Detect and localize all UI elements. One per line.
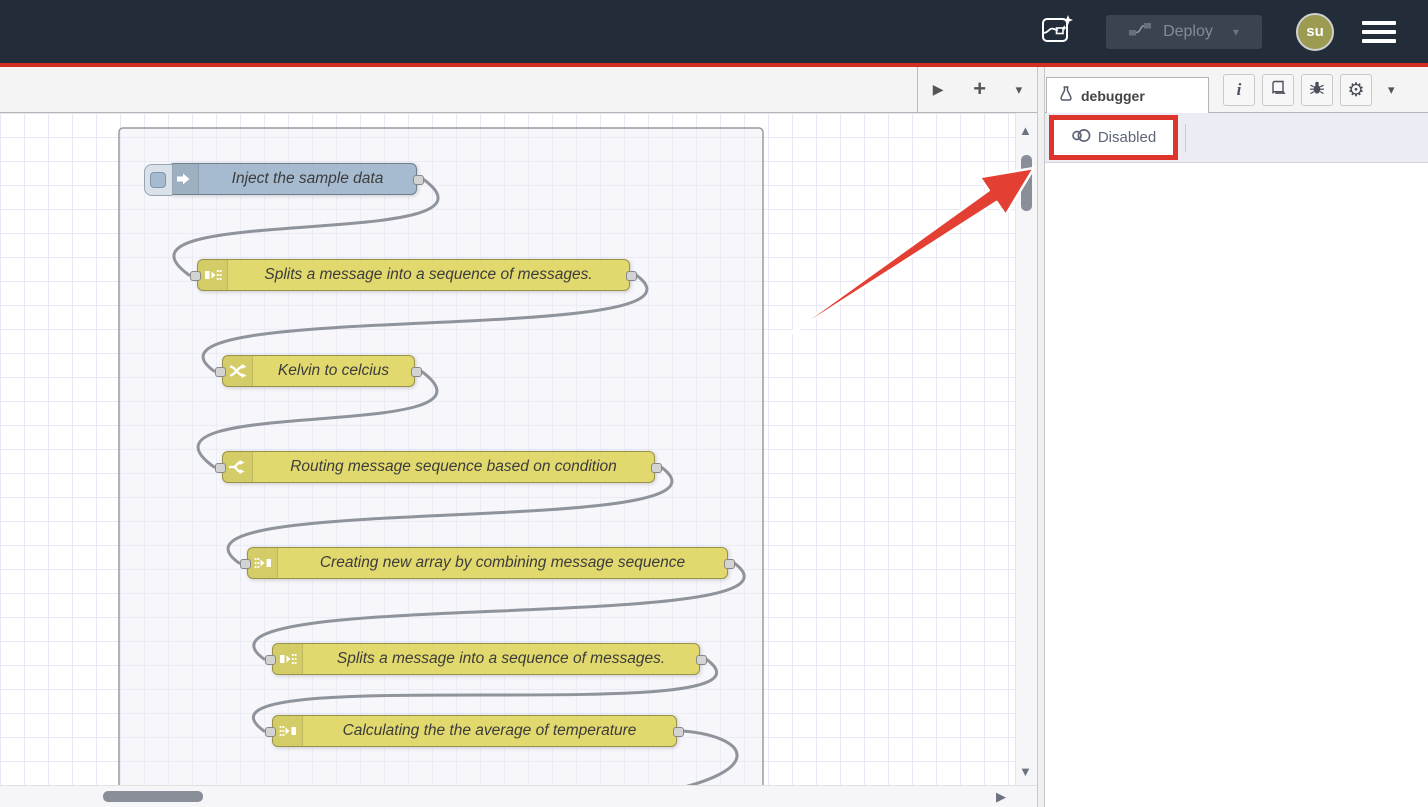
- node-label: Splits a message into a sequence of mess…: [228, 260, 629, 290]
- flow-node-split[interactable]: Splits a message into a sequence of mess…: [197, 259, 630, 291]
- flow-tabs-empty: [0, 67, 917, 112]
- flow-node-inject[interactable]: Inject the sample data: [168, 163, 417, 195]
- output-port[interactable]: [413, 175, 424, 185]
- flow-node-switch[interactable]: Routing message sequence based on condit…: [222, 451, 655, 483]
- output-port[interactable]: [411, 367, 422, 377]
- output-port[interactable]: [651, 463, 662, 473]
- vertical-scroll-thumb[interactable]: [1021, 155, 1032, 211]
- scroll-up-icon[interactable]: ▲: [1019, 123, 1032, 138]
- flow-list-chevron-icon[interactable]: ▾: [1016, 82, 1023, 98]
- deploy-label: Deploy: [1163, 23, 1213, 41]
- deploy-options-chevron-icon[interactable]: ▾: [1233, 25, 1239, 39]
- sidebar-splitter[interactable]: [1037, 67, 1045, 807]
- switch-icon: [223, 452, 253, 482]
- flow-tabs-strip: ▶ + ▾: [0, 67, 1037, 113]
- tab-debugger[interactable]: debugger: [1046, 77, 1209, 113]
- input-port[interactable]: [265, 727, 276, 737]
- main-menu-button[interactable]: [1362, 21, 1396, 43]
- annotation-highlight-box: Disabled: [1049, 115, 1178, 160]
- debug-messages-panel: [1045, 163, 1428, 807]
- gear-icon: ⚙: [1347, 81, 1364, 100]
- output-port[interactable]: [724, 559, 735, 569]
- flow-node-join[interactable]: Creating new array by combining message …: [247, 547, 728, 579]
- deploy-nodes-icon: [1129, 22, 1153, 42]
- input-port[interactable]: [215, 367, 226, 377]
- info-icon: i: [1237, 80, 1242, 100]
- output-port[interactable]: [626, 271, 637, 281]
- toolbar-separator: [1185, 124, 1186, 152]
- input-port[interactable]: [215, 463, 226, 473]
- split-icon: [198, 260, 228, 290]
- main: ▶ + ▾ Inject the sample data Splits a mes…: [0, 67, 1428, 807]
- sidebar: debugger i ⚙: [1045, 67, 1428, 807]
- debug-toolbar: Disabled: [1045, 113, 1428, 163]
- book-icon: [1270, 80, 1286, 101]
- toggle-off-icon: [1071, 128, 1091, 148]
- info-button[interactable]: i: [1223, 74, 1255, 106]
- header: Deploy ▾ su: [0, 0, 1428, 63]
- workspace: ▶ + ▾ Inject the sample data Splits a mes…: [0, 67, 1037, 807]
- horizontal-scrollbar[interactable]: ▶: [0, 785, 1037, 807]
- horizontal-scroll-thumb[interactable]: [103, 791, 203, 802]
- join-icon: [273, 716, 303, 746]
- inject-trigger-button[interactable]: [144, 164, 173, 196]
- disabled-toggle-button[interactable]: Disabled: [1098, 129, 1156, 146]
- node-label: Calculating the the average of temperatu…: [303, 716, 676, 746]
- sidebar-dropdown-chevron-icon[interactable]: ▾: [1388, 82, 1395, 98]
- input-port[interactable]: [240, 559, 251, 569]
- flow-node-join[interactable]: Calculating the the average of temperatu…: [272, 715, 677, 747]
- add-flow-button[interactable]: +: [973, 76, 986, 102]
- output-port[interactable]: [696, 655, 707, 665]
- flow-ai-sparkle-icon: [1041, 13, 1075, 50]
- node-label: Kelvin to celcius: [253, 356, 414, 386]
- flask-icon: [1059, 86, 1073, 106]
- flow-assistant-button[interactable]: [1039, 14, 1077, 50]
- node-label: Inject the sample data: [199, 164, 416, 194]
- node-label: Routing message sequence based on condit…: [253, 452, 654, 482]
- deploy-button[interactable]: Deploy ▾: [1106, 15, 1262, 49]
- settings-button[interactable]: ⚙: [1340, 74, 1372, 106]
- scroll-right-icon[interactable]: ▶: [996, 789, 1006, 805]
- flow-tabs-controls: ▶ + ▾: [917, 67, 1037, 112]
- inject-icon: [169, 164, 199, 194]
- tab-debugger-label: debugger: [1081, 88, 1145, 104]
- user-avatar[interactable]: su: [1296, 13, 1334, 51]
- sidebar-buttons: i ⚙: [1223, 74, 1372, 106]
- input-port[interactable]: [265, 655, 276, 665]
- node-label: Splits a message into a sequence of mess…: [303, 644, 699, 674]
- hamburger-icon: [1362, 21, 1396, 25]
- docs-button[interactable]: [1262, 74, 1294, 106]
- change-icon: [223, 356, 253, 386]
- scroll-tabs-right-icon[interactable]: ▶: [933, 81, 944, 98]
- flow-canvas[interactable]: Inject the sample data Splits a message i…: [0, 113, 1015, 785]
- flow-node-change[interactable]: Kelvin to celcius: [222, 355, 415, 387]
- vertical-scrollbar[interactable]: ▲ ▼: [1015, 113, 1037, 785]
- node-label: Creating new array by combining message …: [278, 548, 727, 578]
- flow-node-split[interactable]: Splits a message into a sequence of mess…: [272, 643, 700, 675]
- join-icon: [248, 548, 278, 578]
- bug-icon: [1309, 80, 1325, 101]
- split-icon: [273, 644, 303, 674]
- output-port[interactable]: [673, 727, 684, 737]
- sidebar-tabbar: debugger i ⚙: [1045, 67, 1428, 113]
- flow-layer: [0, 113, 1015, 785]
- input-port[interactable]: [190, 271, 201, 281]
- debug-button[interactable]: [1301, 74, 1333, 106]
- user-initials: su: [1306, 23, 1324, 40]
- scroll-down-icon[interactable]: ▼: [1019, 764, 1032, 779]
